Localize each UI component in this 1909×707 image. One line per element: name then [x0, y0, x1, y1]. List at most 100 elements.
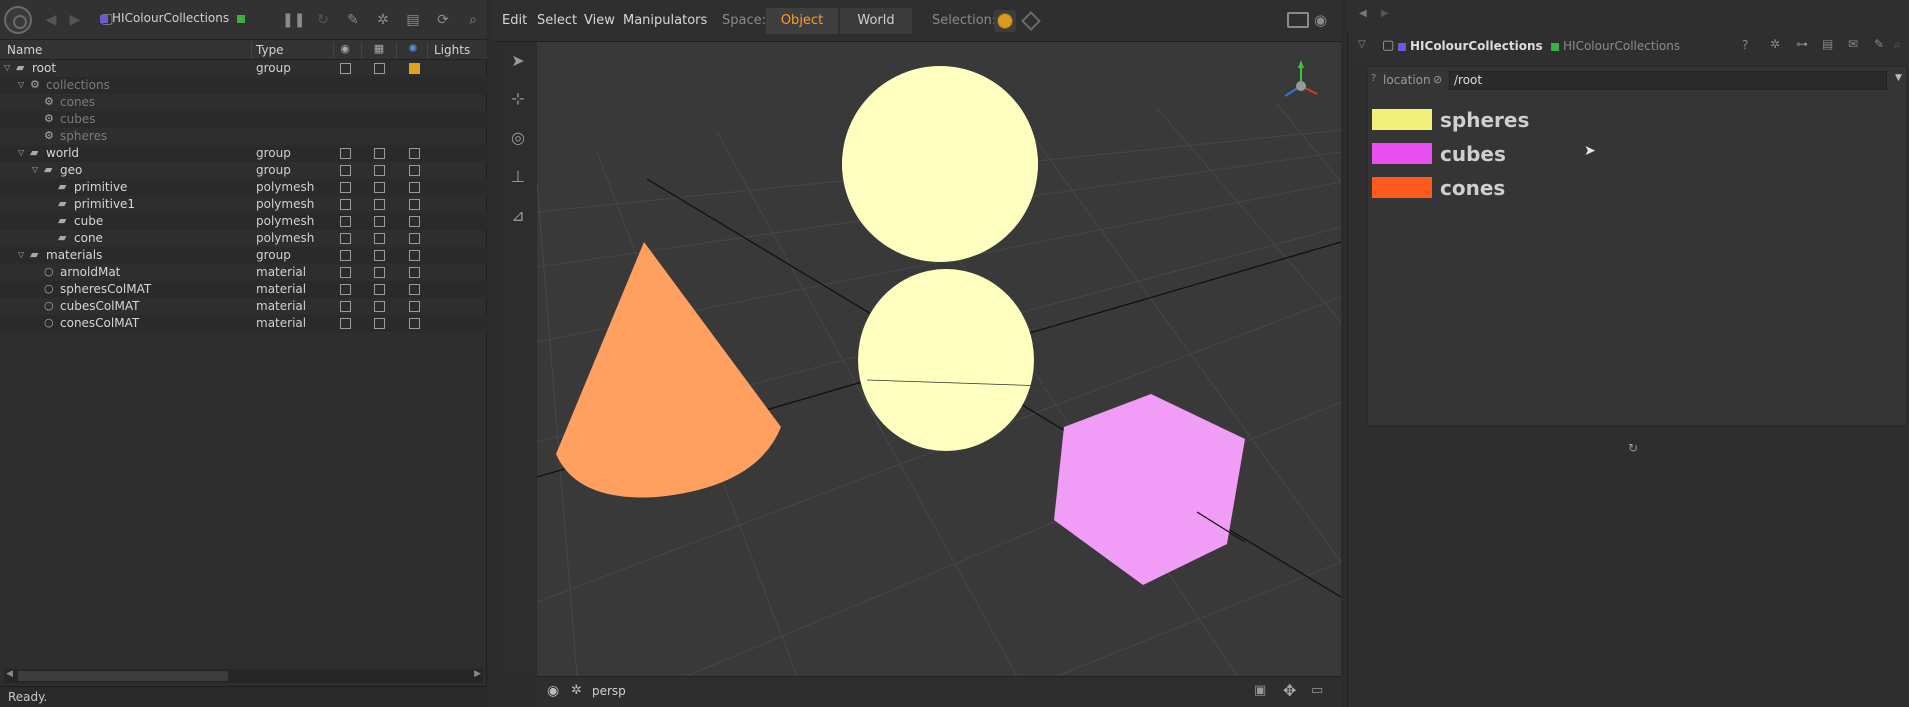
- render-checkbox[interactable]: [374, 284, 385, 295]
- cycle-icon[interactable]: ⟳: [432, 9, 454, 31]
- light-link-checkbox[interactable]: [409, 318, 420, 329]
- visibility-checkbox[interactable]: [340, 250, 351, 261]
- light-link-checkbox[interactable]: [409, 301, 420, 312]
- scroll-left-icon[interactable]: ◀: [6, 669, 13, 679]
- visibility-checkbox[interactable]: [340, 216, 351, 227]
- orientation-gizmo[interactable]: [1284, 60, 1318, 97]
- tree-row[interactable]: ▽ ▰ geo group: [0, 162, 487, 179]
- collection-item[interactable]: cones: [1372, 176, 1772, 200]
- node-graph-icon[interactable]: ⊶: [1796, 37, 1808, 51]
- expand-arrow-icon[interactable]: ▽: [32, 165, 38, 174]
- light-link-checkbox[interactable]: [409, 267, 420, 278]
- light-link-checkbox[interactable]: [409, 182, 420, 193]
- visibility-checkbox[interactable]: [340, 284, 351, 295]
- eye-camera-icon[interactable]: ◉: [1314, 11, 1327, 29]
- visibility-checkbox[interactable]: [340, 148, 351, 159]
- menu-view[interactable]: View: [584, 13, 615, 28]
- light-link-checkbox[interactable]: [409, 233, 420, 244]
- light-link-icon[interactable]: ✺: [405, 42, 421, 58]
- space-object-button[interactable]: Object: [766, 8, 838, 34]
- light-link-checkbox[interactable]: [409, 284, 420, 295]
- tree-row[interactable]: ▰ primitive1 polymesh: [0, 196, 487, 213]
- scroll-right-icon[interactable]: ▶: [474, 669, 481, 679]
- forward-arrow-icon[interactable]: ▶: [64, 9, 86, 31]
- tree-row[interactable]: ○ cubesColMAT material: [0, 298, 487, 315]
- back-arrow-icon[interactable]: ◀: [40, 9, 62, 31]
- info-icon[interactable]: ?: [1371, 73, 1376, 84]
- column-name[interactable]: Name: [7, 43, 42, 57]
- back-arrow-icon[interactable]: ◀: [1359, 8, 1367, 19]
- selection-sphere-button[interactable]: [994, 10, 1016, 32]
- camera-name[interactable]: persp: [592, 684, 626, 698]
- tree-row[interactable]: ▰ cone polymesh: [0, 230, 487, 247]
- render-checkbox[interactable]: [374, 182, 385, 193]
- viewed-node-label[interactable]: HIColourCollections: [100, 11, 249, 25]
- pin-icon[interactable]: ✎: [1874, 37, 1884, 51]
- location-input[interactable]: /root: [1449, 71, 1887, 90]
- column-type[interactable]: Type: [256, 43, 284, 57]
- edit-icon[interactable]: ▤: [1822, 37, 1833, 51]
- collection-item[interactable]: spheres: [1372, 108, 1772, 132]
- film-icon[interactable]: ▤: [402, 9, 424, 31]
- monitor-icon[interactable]: [1287, 12, 1309, 28]
- light-link-checkbox[interactable]: [409, 148, 420, 159]
- tree-row[interactable]: ▰ primitive polymesh: [0, 179, 487, 196]
- sphere-mesh[interactable]: [842, 66, 1038, 262]
- render-checkbox[interactable]: [374, 267, 385, 278]
- expand-arrow-icon[interactable]: ▽: [18, 80, 24, 89]
- visibility-checkbox[interactable]: [340, 199, 351, 210]
- tree-row[interactable]: ⚙ spheres: [0, 128, 487, 145]
- scale-icon[interactable]: ⊥: [507, 166, 529, 188]
- light-link-checkbox[interactable]: [409, 165, 420, 176]
- space-world-button[interactable]: World: [840, 8, 912, 34]
- comment-icon[interactable]: ✉: [1848, 37, 1858, 51]
- render-checkbox[interactable]: [374, 148, 385, 159]
- render-icon[interactable]: ▦: [371, 42, 387, 58]
- render-checkbox[interactable]: [374, 216, 385, 227]
- visibility-checkbox[interactable]: [340, 301, 351, 312]
- cube-mesh[interactable]: [1054, 394, 1245, 585]
- column-lights[interactable]: Lights: [434, 43, 470, 57]
- horizontal-scrollbar[interactable]: ◀ ▶: [4, 669, 483, 683]
- render-checkbox[interactable]: [374, 250, 385, 261]
- visibility-checkbox[interactable]: [340, 165, 351, 176]
- render-checkbox[interactable]: [374, 63, 385, 74]
- camera-settings-icon[interactable]: ✲: [571, 683, 582, 698]
- tree-row[interactable]: ○ spheresColMAT material: [0, 281, 487, 298]
- gear-icon[interactable]: ✲: [372, 9, 394, 31]
- scrollbar-thumb[interactable]: [18, 671, 228, 681]
- pan-move-icon[interactable]: ✥: [1283, 681, 1296, 700]
- forward-arrow-icon[interactable]: ▶: [1381, 8, 1389, 19]
- menu-edit[interactable]: Edit: [502, 13, 527, 28]
- visibility-checkbox[interactable]: [340, 63, 351, 74]
- cone-mesh[interactable]: [556, 242, 781, 498]
- folder-icon[interactable]: ▢: [1382, 38, 1394, 53]
- pick-location-icon[interactable]: ⊘: [1433, 73, 1442, 86]
- tree-row[interactable]: ▰ cube polymesh: [0, 213, 487, 230]
- light-link-checkbox[interactable]: [409, 216, 420, 227]
- visibility-checkbox[interactable]: [340, 267, 351, 278]
- menu-manipulators[interactable]: Manipulators: [623, 13, 707, 28]
- node-name[interactable]: HIColourCollections: [1398, 39, 1563, 53]
- refresh-icon[interactable]: ↻: [1628, 441, 1638, 455]
- light-link-checkbox[interactable]: [409, 250, 420, 261]
- expand-arrow-icon[interactable]: ▽: [18, 250, 24, 259]
- tree-row[interactable]: ○ conesColMAT material: [0, 315, 487, 332]
- collection-color-swatch[interactable]: [1372, 177, 1432, 198]
- collection-color-swatch[interactable]: [1372, 143, 1432, 164]
- render-checkbox[interactable]: [374, 199, 385, 210]
- tree-row[interactable]: ○ arnoldMat material: [0, 264, 487, 281]
- tree-row[interactable]: ▽ ▰ materials group: [0, 247, 487, 264]
- search-icon[interactable]: ⌕: [462, 9, 484, 31]
- pause-icon[interactable]: ❚❚: [282, 9, 305, 31]
- tree-row[interactable]: ▽ ▰ world group: [0, 145, 487, 162]
- visibility-checkbox[interactable]: [340, 318, 351, 329]
- collection-color-swatch[interactable]: [1372, 109, 1432, 130]
- camera-icon[interactable]: ▭: [1311, 683, 1323, 698]
- expand-arrow-icon[interactable]: ▽: [18, 148, 24, 157]
- visibility-checkbox[interactable]: [340, 182, 351, 193]
- eye-icon[interactable]: ◉: [547, 683, 559, 699]
- light-link-checkbox[interactable]: [409, 63, 420, 74]
- rotate-icon[interactable]: ◎: [507, 127, 529, 149]
- translate-icon[interactable]: ⊹: [507, 88, 529, 110]
